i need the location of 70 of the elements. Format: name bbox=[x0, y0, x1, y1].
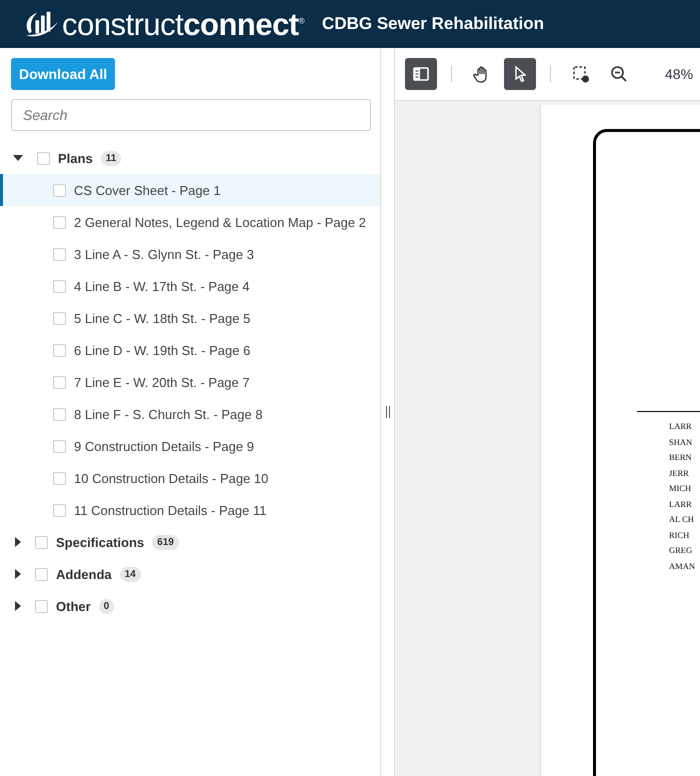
document-label: 11 Construction Details - Page 11 bbox=[74, 502, 266, 518]
checkbox[interactable] bbox=[53, 376, 66, 388]
checkbox[interactable] bbox=[53, 440, 66, 452]
drawing-rule bbox=[637, 411, 700, 412]
document-label: 2 General Notes, Legend & Location Map - Page 2 bbox=[74, 214, 366, 230]
document-label: 7 Line E - W. 20th St. - Page 7 bbox=[74, 374, 250, 390]
checkbox[interactable] bbox=[53, 408, 66, 420]
checkbox[interactable] bbox=[53, 280, 66, 292]
document-item[interactable]: 8 Line F - S. Church St. - Page 8 bbox=[0, 398, 380, 430]
name-text: JERR bbox=[669, 466, 690, 480]
checkbox[interactable] bbox=[35, 568, 48, 580]
checkbox[interactable] bbox=[53, 216, 66, 228]
name-text: SHAN bbox=[669, 436, 694, 448]
count-badge: 11 bbox=[100, 150, 122, 166]
document-item[interactable]: 5 Line C - W. 18th St. - Page 5 bbox=[0, 302, 380, 334]
name-text: LARR bbox=[669, 420, 693, 433]
group-label[interactable]: Plans bbox=[58, 150, 93, 166]
checkbox[interactable] bbox=[53, 312, 66, 324]
document-label: 3 Line A - S. Glynn St. - Page 3 bbox=[74, 246, 254, 262]
grip-handle-icon[interactable] bbox=[386, 406, 390, 418]
name-text: LARR bbox=[669, 498, 693, 510]
expand-caret-icon[interactable] bbox=[15, 601, 21, 611]
sidebar-panel-icon[interactable] bbox=[411, 64, 431, 84]
name-text: MICH bbox=[669, 482, 692, 495]
checkbox[interactable] bbox=[53, 248, 66, 260]
checkbox[interactable] bbox=[53, 472, 66, 484]
add-area-icon[interactable] bbox=[571, 64, 591, 84]
project-title: CDBG Sewer Rehabilitation bbox=[322, 14, 544, 34]
checkbox[interactable] bbox=[53, 184, 66, 196]
count-badge: 619 bbox=[152, 534, 179, 550]
document-label: 5 Line C - W. 18th St. - Page 5 bbox=[74, 310, 250, 326]
document-item[interactable]: 2 General Notes, Legend & Location Map - Page 2 bbox=[0, 206, 380, 238]
checkbox[interactable] bbox=[35, 600, 48, 612]
document-label: 8 Line F - S. Church St. - Page 8 bbox=[74, 406, 263, 422]
document-item[interactable]: 7 Line E - W. 20th St. - Page 7 bbox=[0, 366, 380, 398]
name-text: RICH bbox=[669, 528, 690, 542]
document-item[interactable]: 10 Construction Details - Page 10 bbox=[0, 462, 380, 494]
zoom-out-icon[interactable] bbox=[609, 64, 629, 84]
checkbox[interactable] bbox=[53, 504, 66, 516]
document-label: 9 Construction Details - Page 9 bbox=[74, 438, 254, 454]
checkbox[interactable] bbox=[35, 536, 48, 548]
expand-caret-icon[interactable] bbox=[15, 537, 21, 547]
document-item[interactable]: 9 Construction Details - Page 9 bbox=[0, 430, 380, 462]
count-badge: 14 bbox=[120, 566, 141, 582]
name-text: BERN bbox=[669, 451, 693, 464]
zoom-level[interactable]: 48% bbox=[665, 66, 694, 82]
logo-text: constructconnect$^{®}$ bbox=[62, 8, 304, 40]
pointer-button[interactable] bbox=[504, 58, 536, 90]
document-item[interactable]: 6 Line D - W. 19th St. - Page 6 bbox=[0, 334, 380, 366]
document-item[interactable]: CS Cover Sheet - Page 1 bbox=[0, 174, 380, 206]
checkbox[interactable] bbox=[53, 344, 66, 356]
document-label: 6 Line D - W. 19th St. - Page 6 bbox=[74, 342, 250, 358]
sidebar-panel-button[interactable] bbox=[405, 58, 437, 90]
collapse-caret-icon[interactable] bbox=[13, 155, 23, 161]
checkbox[interactable] bbox=[37, 152, 50, 164]
name-text: AMAN bbox=[669, 560, 695, 572]
document-item[interactable]: 3 Line A - S. Glynn St. - Page 3 bbox=[0, 238, 380, 270]
count-badge: 0 bbox=[98, 598, 114, 614]
group-label[interactable]: Specifications bbox=[56, 534, 144, 550]
name-text: GREG bbox=[669, 544, 694, 557]
group-label[interactable]: Addenda bbox=[56, 566, 112, 582]
document-item[interactable]: 11 Construction Details - Page 11 bbox=[0, 494, 380, 526]
search-field[interactable]: Search bbox=[11, 99, 371, 131]
document-item[interactable]: 4 Line B - W. 17th St. - Page 4 bbox=[0, 270, 380, 302]
document-label: CS Cover Sheet - Page 1 bbox=[74, 182, 221, 198]
name-text: AL CH bbox=[669, 513, 695, 526]
document-label: 10 Construction Details - Page 10 bbox=[74, 470, 268, 486]
group-label[interactable]: Other bbox=[56, 598, 91, 614]
document-label: 4 Line B - W. 17th St. - Page 4 bbox=[74, 278, 250, 294]
expand-caret-icon[interactable] bbox=[15, 569, 21, 579]
